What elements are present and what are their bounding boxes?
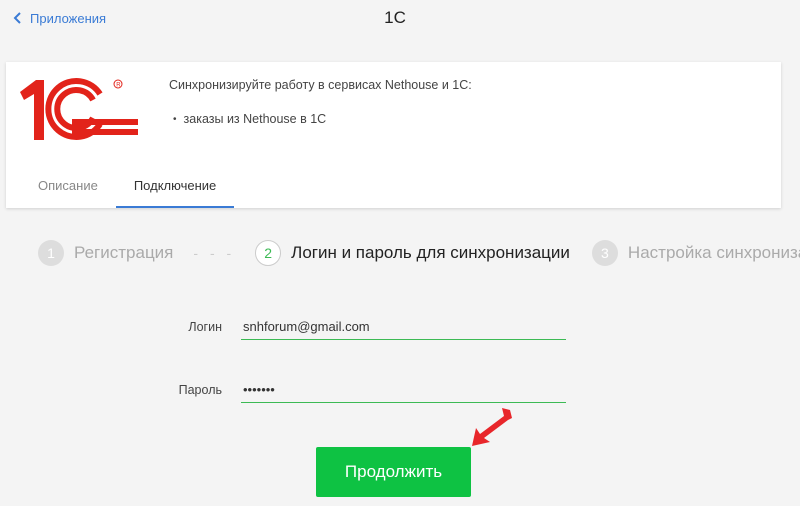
page-title: 1С	[384, 8, 406, 27]
step-label: Настройка синхронизации	[627, 243, 800, 262]
tab-connection[interactable]: Подключение	[115, 168, 235, 208]
card-description: Синхронизируйте работу в сервисах Nethou…	[169, 78, 472, 92]
step-number: 2	[255, 240, 282, 266]
step-number: 1	[38, 240, 64, 266]
tab-description[interactable]: Описание	[20, 168, 116, 208]
continue-button[interactable]: Продолжить	[316, 447, 471, 497]
1c-logo: R	[20, 78, 138, 140]
feature-item: заказы из Nethouse в 1С	[169, 112, 327, 126]
login-label: Логин	[188, 320, 222, 334]
svg-text:R: R	[116, 82, 121, 88]
step-credentials: 2 Логин и пароль для синхронизации	[255, 240, 570, 266]
password-label: Пароль	[178, 383, 222, 397]
password-row: Пароль	[0, 377, 800, 403]
red-arrow-icon	[472, 408, 512, 446]
feature-list: заказы из Nethouse в 1С	[169, 112, 327, 126]
step-label: Регистрация	[74, 243, 174, 262]
step-divider: - - -	[193, 245, 236, 261]
app-card: R Синхронизируйте работу в сервисах Neth…	[6, 62, 781, 208]
stepper: 1 Регистрация - - - 2 Логин и пароль для…	[38, 239, 800, 267]
tab-bar: Описание Подключение	[20, 168, 235, 208]
login-row: Логин	[0, 314, 800, 340]
step-registration: 1 Регистрация	[38, 240, 173, 266]
step-settings: 3 Настройка синхронизации	[591, 240, 800, 266]
step-number: 3	[591, 240, 618, 266]
password-input[interactable]	[241, 377, 566, 403]
step-label: Логин и пароль для синхронизации	[291, 243, 570, 262]
login-input[interactable]	[241, 314, 566, 340]
